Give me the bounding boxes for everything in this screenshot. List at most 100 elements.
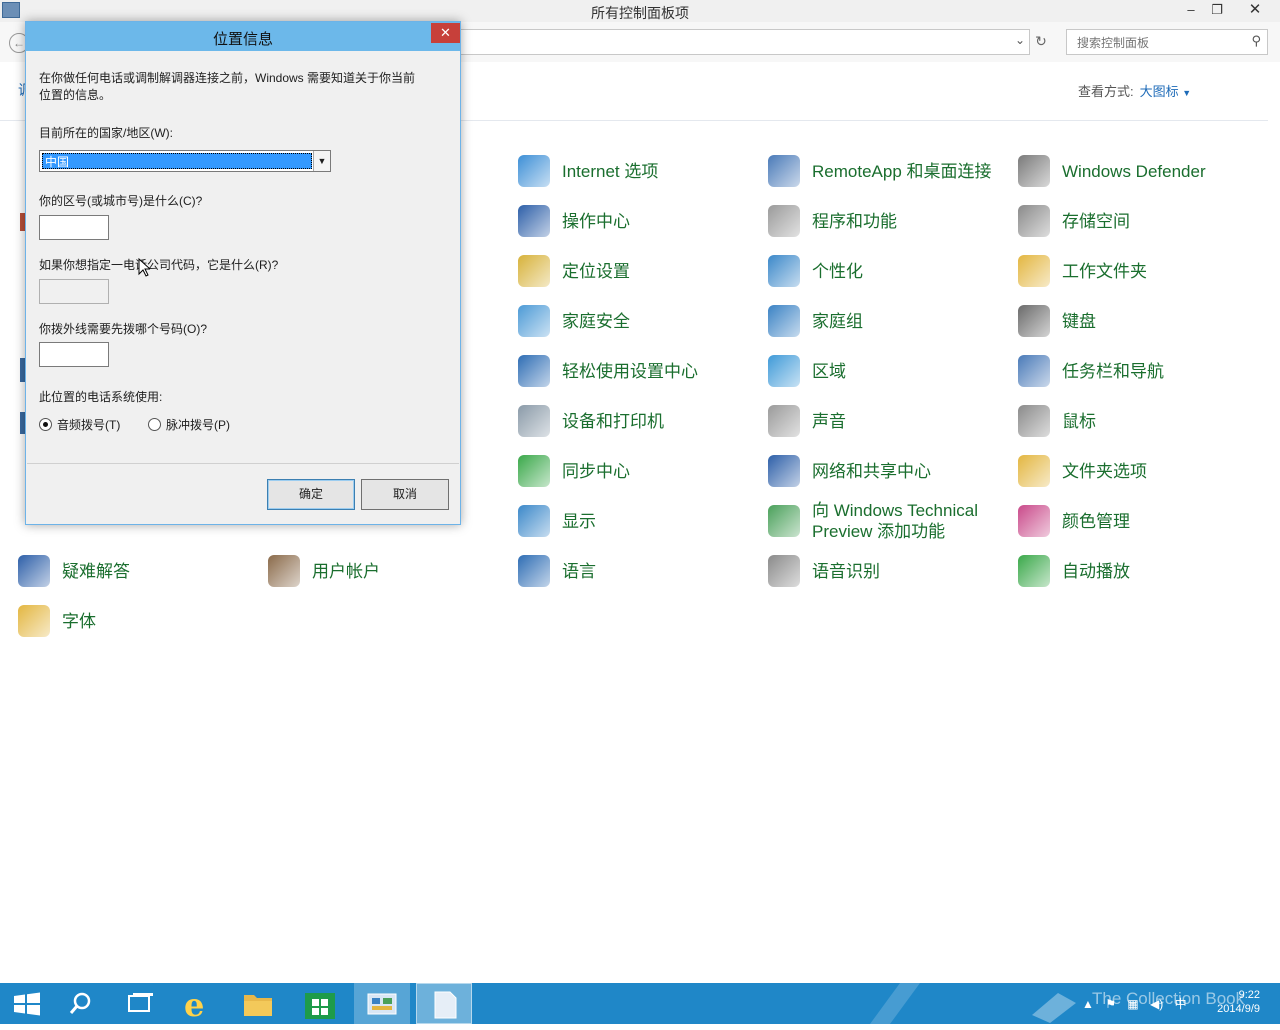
control-panel-item[interactable]: 区域 bbox=[768, 353, 846, 389]
country-select-value[interactable]: 中国 bbox=[42, 153, 312, 169]
control-panel-item[interactable]: Windows Defender bbox=[1018, 153, 1206, 189]
control-panel-item[interactable]: 家庭组 bbox=[768, 303, 863, 339]
control-panel-item[interactable]: 同步中心 bbox=[518, 453, 630, 489]
refresh-icon[interactable]: ↻ bbox=[1030, 30, 1052, 52]
radio-unselected-icon[interactable] bbox=[148, 418, 161, 431]
network-icon[interactable]: ▦ bbox=[1127, 997, 1138, 1011]
control-panel-item[interactable]: 语言 bbox=[518, 553, 596, 589]
task-view-icon[interactable] bbox=[112, 983, 168, 1024]
address-field[interactable]: ⌄ bbox=[440, 29, 1030, 55]
family-safety-icon[interactable] bbox=[518, 305, 550, 337]
control-panel-item[interactable]: 向 Windows Technical Preview 添加功能 bbox=[768, 501, 978, 541]
region-icon[interactable] bbox=[768, 355, 800, 387]
control-panel-item-label[interactable]: 操作中心 bbox=[562, 211, 630, 232]
folder-options-icon[interactable] bbox=[1018, 455, 1050, 487]
control-panel-item[interactable]: 自动播放 bbox=[1018, 553, 1130, 589]
chevron-up-icon[interactable]: ▲ bbox=[1082, 997, 1094, 1011]
control-panel-item[interactable]: 操作中心 bbox=[518, 203, 630, 239]
pulse-dialing-label[interactable]: 脉冲拨号(P) bbox=[166, 416, 230, 433]
control-panel-item-label[interactable]: 任务栏和导航 bbox=[1062, 361, 1164, 382]
control-panel-item-label[interactable]: 设备和打印机 bbox=[562, 411, 664, 432]
restore-button[interactable]: ❐ bbox=[1204, 0, 1230, 20]
cancel-button[interactable]: 取消 bbox=[361, 479, 449, 510]
control-panel-item-label[interactable]: 语言 bbox=[562, 561, 596, 582]
minimize-button[interactable]: – bbox=[1178, 0, 1204, 20]
volume-icon[interactable]: ◀) bbox=[1150, 997, 1163, 1011]
flag-icon[interactable]: ⚑ bbox=[1105, 997, 1116, 1011]
search-icon[interactable] bbox=[56, 983, 112, 1024]
control-panel-item-label[interactable]: 语音识别 bbox=[812, 561, 880, 582]
control-panel-item[interactable]: 设备和打印机 bbox=[518, 403, 664, 439]
control-panel-item[interactable]: 工作文件夹 bbox=[1018, 253, 1147, 289]
control-panel-item-label[interactable]: 家庭组 bbox=[812, 311, 863, 332]
display-icon[interactable] bbox=[518, 505, 550, 537]
keyboard-icon[interactable] bbox=[1018, 305, 1050, 337]
ime-indicator[interactable]: 中 bbox=[1175, 997, 1187, 1011]
control-panel-item-label[interactable]: 程序和功能 bbox=[812, 211, 897, 232]
action-center-flag-icon[interactable] bbox=[518, 205, 550, 237]
devices-printers-icon[interactable] bbox=[518, 405, 550, 437]
programs-features-icon[interactable] bbox=[768, 205, 800, 237]
control-panel-item-label[interactable]: 显示 bbox=[562, 511, 596, 532]
search-input[interactable] bbox=[1075, 32, 1239, 54]
country-select[interactable]: 中国 ▼ bbox=[39, 150, 331, 172]
control-panel-item-label[interactable]: 同步中心 bbox=[562, 461, 630, 482]
search-icon[interactable]: ⚲ bbox=[1251, 33, 1261, 49]
file-explorer-button[interactable] bbox=[230, 983, 286, 1024]
internet-options-icon[interactable] bbox=[518, 155, 550, 187]
homegroup-icon[interactable] bbox=[768, 305, 800, 337]
tone-dialing-label[interactable]: 音频拨号(T) bbox=[57, 416, 120, 433]
control-panel-item-label[interactable]: 家庭安全 bbox=[562, 311, 630, 332]
storage-spaces-icon[interactable] bbox=[1018, 205, 1050, 237]
close-window-button[interactable]: ✕ bbox=[1232, 0, 1278, 20]
internet-explorer-icon[interactable]: e bbox=[168, 983, 224, 1024]
control-panel-item[interactable]: 声音 bbox=[768, 403, 846, 439]
control-panel-item-label[interactable]: Windows Defender bbox=[1062, 161, 1206, 182]
control-panel-item[interactable]: 用户帐户 bbox=[268, 553, 380, 589]
control-panel-item-label[interactable]: 自动播放 bbox=[1062, 561, 1130, 582]
control-panel-item-label[interactable]: 键盘 bbox=[1062, 311, 1096, 332]
control-panel-taskbar-button[interactable] bbox=[354, 983, 410, 1024]
control-panel-item[interactable]: 网络和共享中心 bbox=[768, 453, 931, 489]
tone-dialing-radio[interactable]: 音频拨号(T) bbox=[39, 416, 120, 433]
control-panel-item[interactable]: Internet 选项 bbox=[518, 153, 658, 189]
control-panel-item-label[interactable]: 用户帐户 bbox=[312, 561, 380, 582]
search-box[interactable]: ⚲ bbox=[1066, 29, 1268, 55]
control-panel-item[interactable]: 程序和功能 bbox=[768, 203, 897, 239]
control-panel-item[interactable]: 字体 bbox=[18, 603, 96, 639]
task-view-button[interactable] bbox=[112, 983, 168, 1024]
location-settings-icon[interactable] bbox=[518, 255, 550, 287]
network-sharing-icon[interactable] bbox=[768, 455, 800, 487]
search-taskbar-button[interactable] bbox=[56, 983, 112, 1024]
start-button[interactable] bbox=[0, 983, 56, 1024]
control-panel-item[interactable]: 显示 bbox=[518, 503, 596, 539]
fonts-icon[interactable] bbox=[18, 605, 50, 637]
ease-of-access-icon[interactable] bbox=[518, 355, 550, 387]
control-panel-item[interactable]: 存储空间 bbox=[1018, 203, 1130, 239]
control-panel-item-label[interactable]: 鼠标 bbox=[1062, 411, 1096, 432]
chevron-down-icon[interactable]: ▼ bbox=[313, 151, 330, 171]
control-panel-item-label[interactable]: 定位设置 bbox=[562, 261, 630, 282]
ok-button[interactable]: 确定 bbox=[267, 479, 355, 510]
control-panel-icon[interactable] bbox=[354, 983, 410, 1024]
chevron-down-icon[interactable]: ▼ bbox=[1182, 88, 1191, 98]
work-folders-icon[interactable] bbox=[1018, 255, 1050, 287]
control-panel-item-label[interactable]: 网络和共享中心 bbox=[812, 461, 931, 482]
control-panel-item[interactable]: 任务栏和导航 bbox=[1018, 353, 1164, 389]
control-panel-item[interactable]: 疑难解答 bbox=[18, 553, 130, 589]
control-panel-item[interactable]: 定位设置 bbox=[518, 253, 630, 289]
color-management-icon[interactable] bbox=[1018, 505, 1050, 537]
user-accounts-icon[interactable] bbox=[268, 555, 300, 587]
autoplay-icon[interactable] bbox=[1018, 555, 1050, 587]
document-icon[interactable] bbox=[417, 984, 473, 1025]
store-button[interactable] bbox=[292, 983, 348, 1024]
control-panel-item[interactable]: 语音识别 bbox=[768, 553, 880, 589]
control-panel-item-label[interactable]: 颜色管理 bbox=[1062, 511, 1130, 532]
control-panel-item-label[interactable]: 工作文件夹 bbox=[1062, 261, 1147, 282]
folder-icon[interactable] bbox=[230, 983, 286, 1024]
internet-explorer-button[interactable]: e bbox=[168, 983, 224, 1024]
mouse-icon[interactable] bbox=[1018, 405, 1050, 437]
windows-logo-icon[interactable] bbox=[0, 983, 56, 1024]
area-code-input[interactable] bbox=[39, 215, 109, 240]
remoteapp-icon[interactable] bbox=[768, 155, 800, 187]
